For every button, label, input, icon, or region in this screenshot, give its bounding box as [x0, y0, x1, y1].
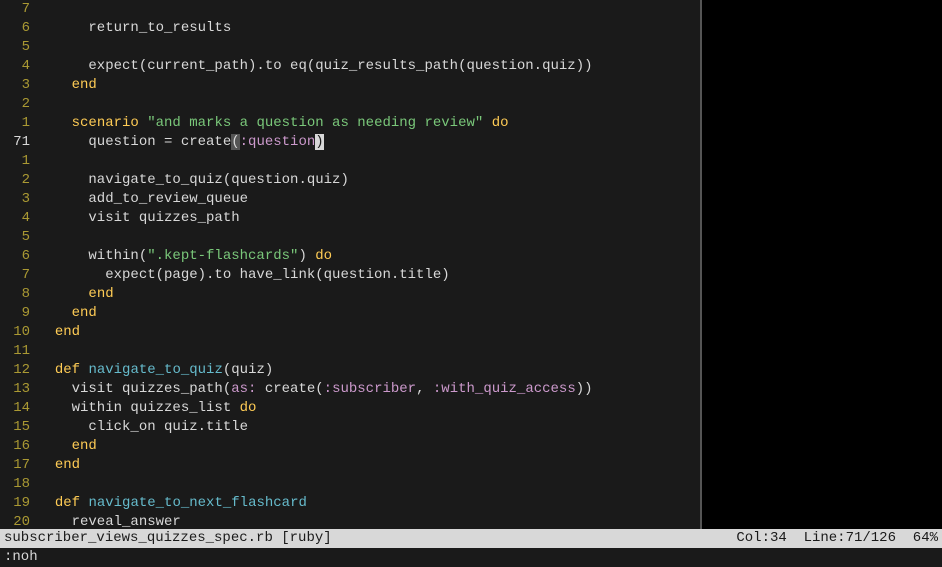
line-number: 4 — [0, 209, 30, 228]
code-line — [38, 95, 700, 114]
code-area[interactable]: return_to_results expect(current_path).t… — [38, 0, 700, 529]
code-line — [38, 342, 700, 361]
line-number: 15 — [0, 418, 30, 437]
code-line: click_on quiz.title — [38, 418, 700, 437]
code-line: return_to_results — [38, 19, 700, 38]
line-number: 12 — [0, 361, 30, 380]
line-number: 6 — [0, 19, 30, 38]
code-line: navigate_to_quiz(question.quiz) — [38, 171, 700, 190]
code-line — [38, 475, 700, 494]
code-line: scenario "and marks a question as needin… — [38, 114, 700, 133]
code-line: def navigate_to_quiz(quiz) — [38, 361, 700, 380]
code-line: end — [38, 304, 700, 323]
status-file: subscriber_views_quizzes_spec.rb [ruby] — [4, 529, 736, 548]
line-number: 7 — [0, 0, 30, 19]
line-number: 5 — [0, 228, 30, 247]
line-number: 2 — [0, 171, 30, 190]
line-number: 7 — [0, 266, 30, 285]
code-line: end — [38, 456, 700, 475]
code-line: within quizzes_list do — [38, 399, 700, 418]
line-number: 8 — [0, 285, 30, 304]
status-position: Col:34 Line:71/126 64% — [736, 529, 938, 548]
line-number: 1 — [0, 114, 30, 133]
code-line: visit quizzes_path(as: create(:subscribe… — [38, 380, 700, 399]
line-number: 10 — [0, 323, 30, 342]
line-number: 2 — [0, 95, 30, 114]
line-number: 5 — [0, 38, 30, 57]
line-number: 3 — [0, 76, 30, 95]
code-line: end — [38, 437, 700, 456]
line-number-gutter: 7 6 5 4 3 2 1 71 1 2 3 4 5 6 7 8 9 10 11… — [0, 0, 38, 529]
matching-paren: ( — [231, 134, 239, 150]
code-line — [38, 152, 700, 171]
code-line: expect(page).to have_link(question.title… — [38, 266, 700, 285]
code-line — [38, 228, 700, 247]
cursor: ) — [315, 134, 323, 150]
line-number: 9 — [0, 304, 30, 323]
line-number-current: 71 — [0, 133, 30, 152]
code-line: within(".kept-flashcards") do — [38, 247, 700, 266]
line-number: 14 — [0, 399, 30, 418]
line-number: 13 — [0, 380, 30, 399]
code-line: end — [38, 76, 700, 95]
code-line: expect(current_path).to eq(quiz_results_… — [38, 57, 700, 76]
code-line-current: question = create(:question) — [38, 133, 700, 152]
line-number: 18 — [0, 475, 30, 494]
line-number: 16 — [0, 437, 30, 456]
code-line: end — [38, 323, 700, 342]
command-line[interactable]: :noh — [0, 548, 942, 567]
line-number: 6 — [0, 247, 30, 266]
code-line: end — [38, 285, 700, 304]
code-line: visit quizzes_path — [38, 209, 700, 228]
code-line: def navigate_to_next_flashcard — [38, 494, 700, 513]
line-number: 11 — [0, 342, 30, 361]
code-line: add_to_review_queue — [38, 190, 700, 209]
right-margin-column — [700, 0, 942, 529]
line-number: 1 — [0, 152, 30, 171]
line-number: 4 — [0, 57, 30, 76]
status-bar: subscriber_views_quizzes_spec.rb [ruby] … — [0, 529, 942, 548]
line-number: 17 — [0, 456, 30, 475]
editor-pane[interactable]: 7 6 5 4 3 2 1 71 1 2 3 4 5 6 7 8 9 10 11… — [0, 0, 942, 529]
code-line — [38, 38, 700, 57]
line-number: 3 — [0, 190, 30, 209]
line-number: 19 — [0, 494, 30, 513]
code-line — [38, 0, 700, 19]
